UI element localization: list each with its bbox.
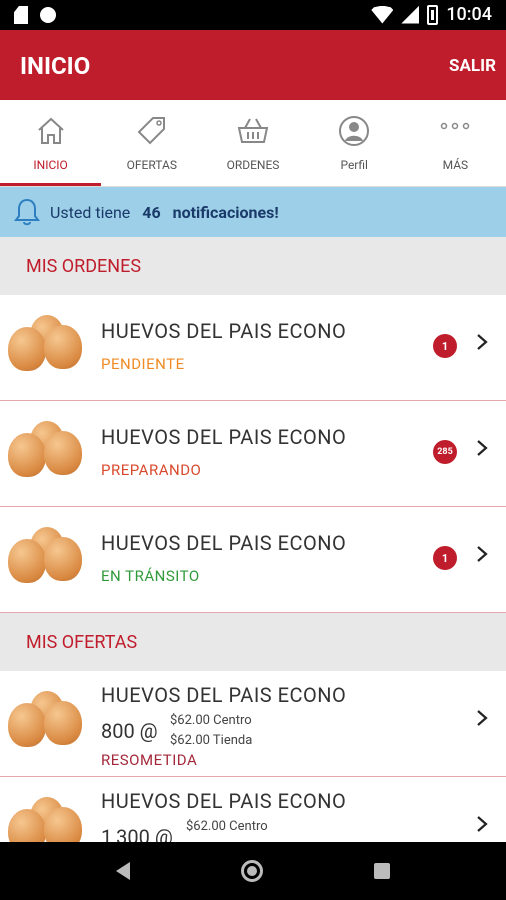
eggs-image xyxy=(8,797,82,842)
main-content: MIS ORDENES HUEVOS DEL PAIS ECONO PENDIE… xyxy=(0,237,506,842)
order-badge: 1 xyxy=(433,546,457,570)
tab-label: OFERTAS xyxy=(126,158,177,172)
order-row[interactable]: HUEVOS DEL PAIS ECONO PREPARANDO 285 xyxy=(0,401,506,507)
app-bar: INICIO SALIR xyxy=(0,30,506,100)
system-nav-bar xyxy=(0,842,506,900)
tab-label: INICIO xyxy=(33,158,68,172)
orders-section-header: MIS ORDENES xyxy=(26,255,142,277)
user-icon xyxy=(339,116,370,146)
page-title: INICIO xyxy=(20,52,91,80)
order-badge: 1 xyxy=(433,334,457,358)
tab-mas[interactable]: MÁS xyxy=(405,100,506,186)
price-centro: $62.00 Centro xyxy=(170,713,252,728)
tag-icon xyxy=(137,117,165,145)
chevron-right-icon xyxy=(477,334,488,350)
chevron-right-icon xyxy=(477,816,488,832)
offer-prices: $62.00 Centro xyxy=(186,817,268,837)
wifi-icon xyxy=(371,5,394,24)
tab-ofertas[interactable]: OFERTAS xyxy=(101,100,202,186)
logout-button[interactable]: SALIR xyxy=(449,56,496,76)
notification-suffix: notificaciones! xyxy=(172,202,279,222)
offer-title: HUEVOS DEL PAIS ECONO xyxy=(101,789,347,813)
eggs-image xyxy=(8,691,82,747)
recent-apps-icon[interactable] xyxy=(374,863,391,879)
offer-row[interactable]: HUEVOS DEL PAIS ECONO 800 @ $62.00 Centr… xyxy=(0,671,506,777)
signal-icon xyxy=(401,5,420,24)
order-title: HUEVOS DEL PAIS ECONO xyxy=(101,319,347,343)
order-status: PREPARANDO xyxy=(101,461,202,479)
price-centro: $62.00 Centro xyxy=(186,819,268,834)
chevron-right-icon xyxy=(477,440,488,456)
tab-perfil[interactable]: Perfil xyxy=(304,100,405,186)
status-bar: 10:04 xyxy=(0,0,506,30)
tab-bar: INICIO OFERTAS ORDENES Perfil MÁS xyxy=(0,100,506,187)
notification-count: 46 xyxy=(142,202,161,222)
back-icon[interactable] xyxy=(115,862,130,880)
sd-card-icon xyxy=(14,6,28,24)
order-title: HUEVOS DEL PAIS ECONO xyxy=(101,425,347,449)
offers-section-header: MIS OFERTAS xyxy=(26,631,138,653)
price-tienda: $62.00 Tienda xyxy=(170,733,253,748)
order-status: PENDIENTE xyxy=(101,355,185,373)
more-icon xyxy=(441,122,470,130)
tab-label: MÁS xyxy=(442,158,469,172)
chevron-right-icon xyxy=(477,710,488,726)
chevron-right-icon xyxy=(477,546,488,562)
offer-quantity: 1,300 @ xyxy=(101,825,173,842)
home-icon xyxy=(37,117,64,144)
order-status: EN TRÁNSITO xyxy=(101,567,200,585)
battery-icon xyxy=(427,4,439,25)
sync-icon xyxy=(40,7,56,23)
order-row[interactable]: HUEVOS DEL PAIS ECONO EN TRÁNSITO 1 xyxy=(0,507,506,613)
order-row[interactable]: HUEVOS DEL PAIS ECONO PENDIENTE 1 xyxy=(0,295,506,401)
offer-prices: $62.00 Centro $62.00 Tienda xyxy=(170,711,252,751)
tab-ordenes[interactable]: ORDENES xyxy=(202,100,303,186)
home-button-icon[interactable] xyxy=(240,860,263,882)
tab-label: Perfil xyxy=(340,158,368,172)
notification-prefix: Usted tiene xyxy=(50,202,131,222)
eggs-image xyxy=(8,315,82,371)
basket-icon xyxy=(237,118,269,143)
offer-quantity: 800 @ xyxy=(101,719,158,743)
tab-label: ORDENES xyxy=(226,158,280,172)
offer-status: RESOMETIDA xyxy=(101,751,198,769)
notification-banner[interactable]: Usted tiene 46 notificaciones! xyxy=(0,187,506,237)
order-title: HUEVOS DEL PAIS ECONO xyxy=(101,531,347,555)
eggs-image xyxy=(8,421,82,477)
offer-title: HUEVOS DEL PAIS ECONO xyxy=(101,683,347,707)
status-time: 10:04 xyxy=(446,4,492,25)
eggs-image xyxy=(8,527,82,583)
order-badge: 285 xyxy=(433,440,457,464)
bell-icon xyxy=(14,198,40,226)
tab-inicio[interactable]: INICIO xyxy=(0,100,102,186)
offer-row[interactable]: HUEVOS DEL PAIS ECONO 1,300 @ $62.00 Cen… xyxy=(0,777,506,842)
